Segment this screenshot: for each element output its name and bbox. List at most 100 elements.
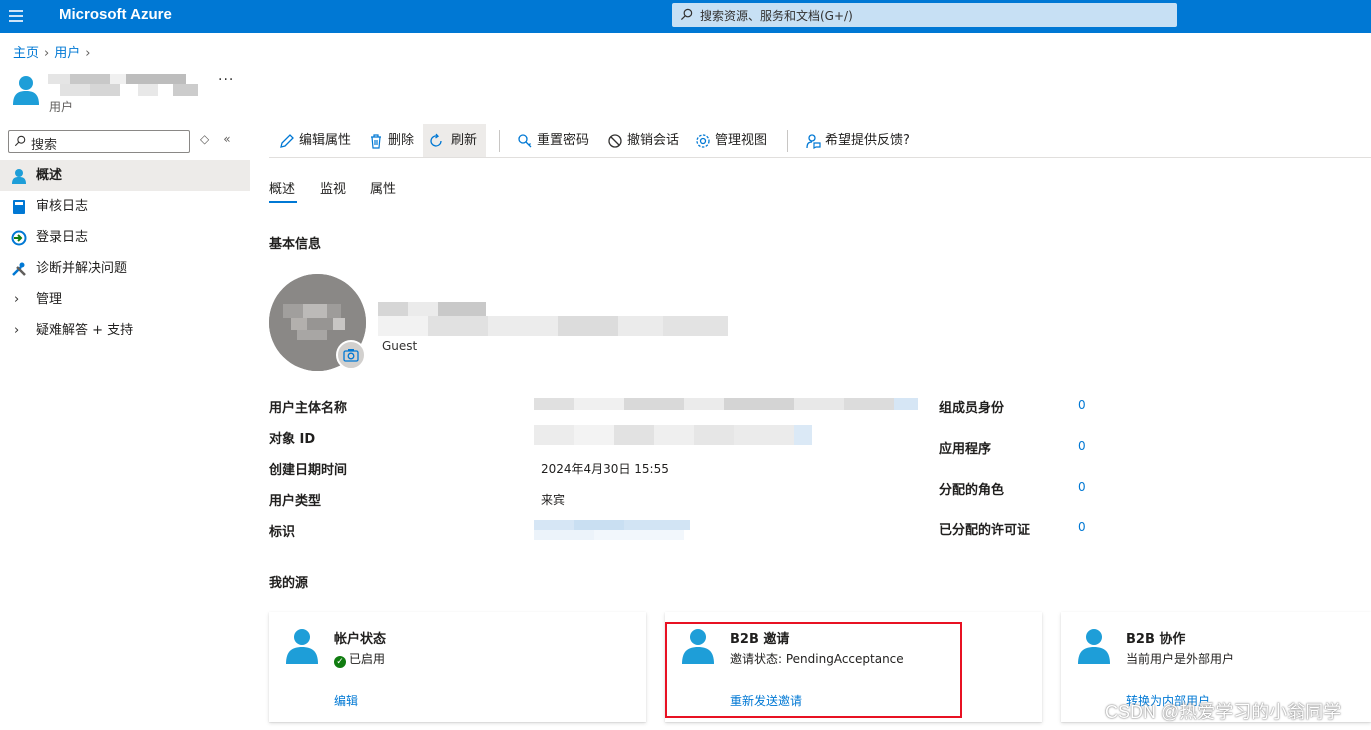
stat-label-licenses: 已分配的许可证 [939, 523, 1031, 538]
collapse-icon[interactable]: « [223, 132, 230, 146]
nav-item-signin-logs[interactable]: 登录日志 [0, 222, 250, 253]
nav-item-support[interactable]: › 疑难解答 + 支持 [0, 315, 250, 346]
feedback-icon [806, 134, 821, 149]
stat-label-applications: 应用程序 [939, 442, 992, 457]
manage-view-label: 管理视图 [715, 133, 768, 148]
camera-icon [343, 349, 359, 362]
sort-icon[interactable]: ◇ [200, 132, 209, 146]
nav-item-label: 疑难解答 + 支持 [36, 323, 134, 338]
card-title: 帐户状态 [334, 632, 387, 647]
command-bar: 编辑属性 删除 刷新 重置密码 撤销会话 管理视图 希望提供反馈? [269, 124, 1371, 158]
search-icon [680, 8, 693, 21]
display-name-redacted [378, 302, 728, 336]
edit-properties-button[interactable]: 编辑属性 [277, 124, 351, 157]
prop-label-created: 创建日期时间 [269, 463, 348, 478]
page-subtitle: 用户 [49, 100, 74, 114]
nav-item-label: 诊断并解决问题 [36, 261, 128, 276]
user-type-badge: Guest [382, 339, 418, 353]
section-title-my-sources: 我的源 [269, 576, 309, 591]
breadcrumb-home[interactable]: 主页 [13, 46, 39, 61]
nav-tools: ◇ « [200, 132, 245, 146]
chevron-right-icon: › [14, 323, 20, 338]
prop-value-created: 2024年4月30日 15:55 [541, 462, 669, 476]
global-search-input[interactable]: 搜索资源、服务和文档(G+/) [672, 3, 1177, 27]
active-tab-indicator [269, 201, 297, 203]
reset-password-label: 重置密码 [537, 133, 590, 148]
section-title-basic-info: 基本信息 [269, 237, 322, 252]
nav-item-label: 登录日志 [36, 230, 89, 245]
more-options-button[interactable]: ··· [218, 72, 234, 88]
refresh-button[interactable]: 刷新 [423, 124, 486, 157]
user-icon [13, 76, 39, 105]
breadcrumb-users[interactable]: 用户 [54, 46, 80, 61]
chevron-right-icon: › [85, 46, 91, 61]
user-icon [1078, 629, 1110, 664]
user-name-redacted [48, 74, 198, 96]
prop-label-object-id: 对象 ID [269, 432, 316, 447]
stat-value-applications[interactable]: 0 [1078, 439, 1086, 453]
brand-title[interactable]: Microsoft Azure [59, 6, 172, 23]
tab-overview[interactable]: 概述 [269, 178, 295, 197]
stat-label-roles: 分配的角色 [939, 483, 1005, 498]
global-search-placeholder: 搜索资源、服务和文档(G+/) [700, 9, 853, 23]
card-description: 当前用户是外部用户 [1126, 652, 1235, 666]
key-icon [518, 134, 532, 148]
card-description: ✓ 已启用 [334, 650, 385, 668]
change-photo-button[interactable] [336, 340, 366, 370]
pencil-icon [280, 134, 294, 148]
trash-icon [371, 134, 381, 149]
edit-account-link[interactable]: 编辑 [334, 692, 358, 709]
search-icon [14, 135, 26, 147]
signin-icon [11, 230, 27, 246]
nav-item-label: 管理 [36, 292, 63, 307]
book-icon [13, 200, 25, 214]
user-icon [12, 169, 26, 184]
toolbar-divider [499, 130, 500, 152]
card-account-status: 帐户状态 ✓ 已启用 编辑 [269, 612, 646, 722]
reset-password-button[interactable]: 重置密码 [515, 124, 589, 157]
top-bar: Microsoft Azure 搜索资源、服务和文档(G+/) [0, 0, 1371, 33]
nav-search-input[interactable]: 搜索 [8, 130, 190, 153]
refresh-icon [430, 133, 442, 147]
chevron-right-icon: › [14, 292, 20, 307]
nav-search-placeholder: 搜索 [31, 138, 58, 153]
feedback-button[interactable]: 希望提供反馈? [803, 124, 910, 157]
left-nav: 概述 审核日志 登录日志 诊断并解决问题 › 管理 › 疑难解答 + 支持 [0, 160, 250, 346]
nav-item-diagnose[interactable]: 诊断并解决问题 [0, 253, 250, 284]
gear-icon [696, 134, 710, 148]
nav-item-label: 审核日志 [36, 199, 89, 214]
revoke-sessions-label: 撤销会话 [627, 133, 680, 148]
nav-item-audit-logs[interactable]: 审核日志 [0, 191, 250, 222]
prop-value-user-type: 来宾 [541, 493, 566, 507]
revoke-sessions-button[interactable]: 撤销会话 [605, 124, 679, 157]
nav-item-label: 概述 [36, 168, 63, 183]
stat-value-groups[interactable]: 0 [1078, 398, 1086, 412]
check-circle-icon: ✓ [334, 656, 346, 668]
prop-label-upn: 用户主体名称 [269, 401, 348, 416]
refresh-label: 刷新 [451, 133, 478, 148]
prop-label-identities: 标识 [269, 525, 296, 540]
manage-view-button[interactable]: 管理视图 [693, 124, 767, 157]
chevron-right-icon: › [44, 46, 50, 61]
prop-label-user-type: 用户类型 [269, 494, 322, 509]
nav-item-overview[interactable]: 概述 [0, 160, 250, 191]
stat-value-licenses[interactable]: 0 [1078, 520, 1086, 534]
stat-value-roles[interactable]: 0 [1078, 480, 1086, 494]
tab-monitoring[interactable]: 监视 [320, 178, 346, 197]
feedback-label: 希望提供反馈? [825, 133, 910, 148]
account-status-value: 已启用 [349, 652, 386, 666]
delete-button[interactable]: 删除 [366, 124, 414, 157]
edit-properties-label: 编辑属性 [299, 133, 352, 148]
block-icon [608, 134, 622, 148]
menu-icon[interactable] [9, 10, 23, 22]
user-icon [286, 629, 318, 664]
highlight-box [665, 622, 962, 718]
delete-label: 删除 [388, 133, 415, 148]
nav-item-manage[interactable]: › 管理 [0, 284, 250, 315]
breadcrumb: 主页 › 用户 › [13, 42, 95, 61]
tab-properties[interactable]: 属性 [370, 178, 396, 197]
card-title: B2B 协作 [1126, 632, 1186, 647]
identities-redacted[interactable] [534, 518, 702, 542]
watermark: CSDN @热爱学习的小翁同学 [1105, 702, 1342, 722]
object-id-redacted [534, 425, 812, 445]
